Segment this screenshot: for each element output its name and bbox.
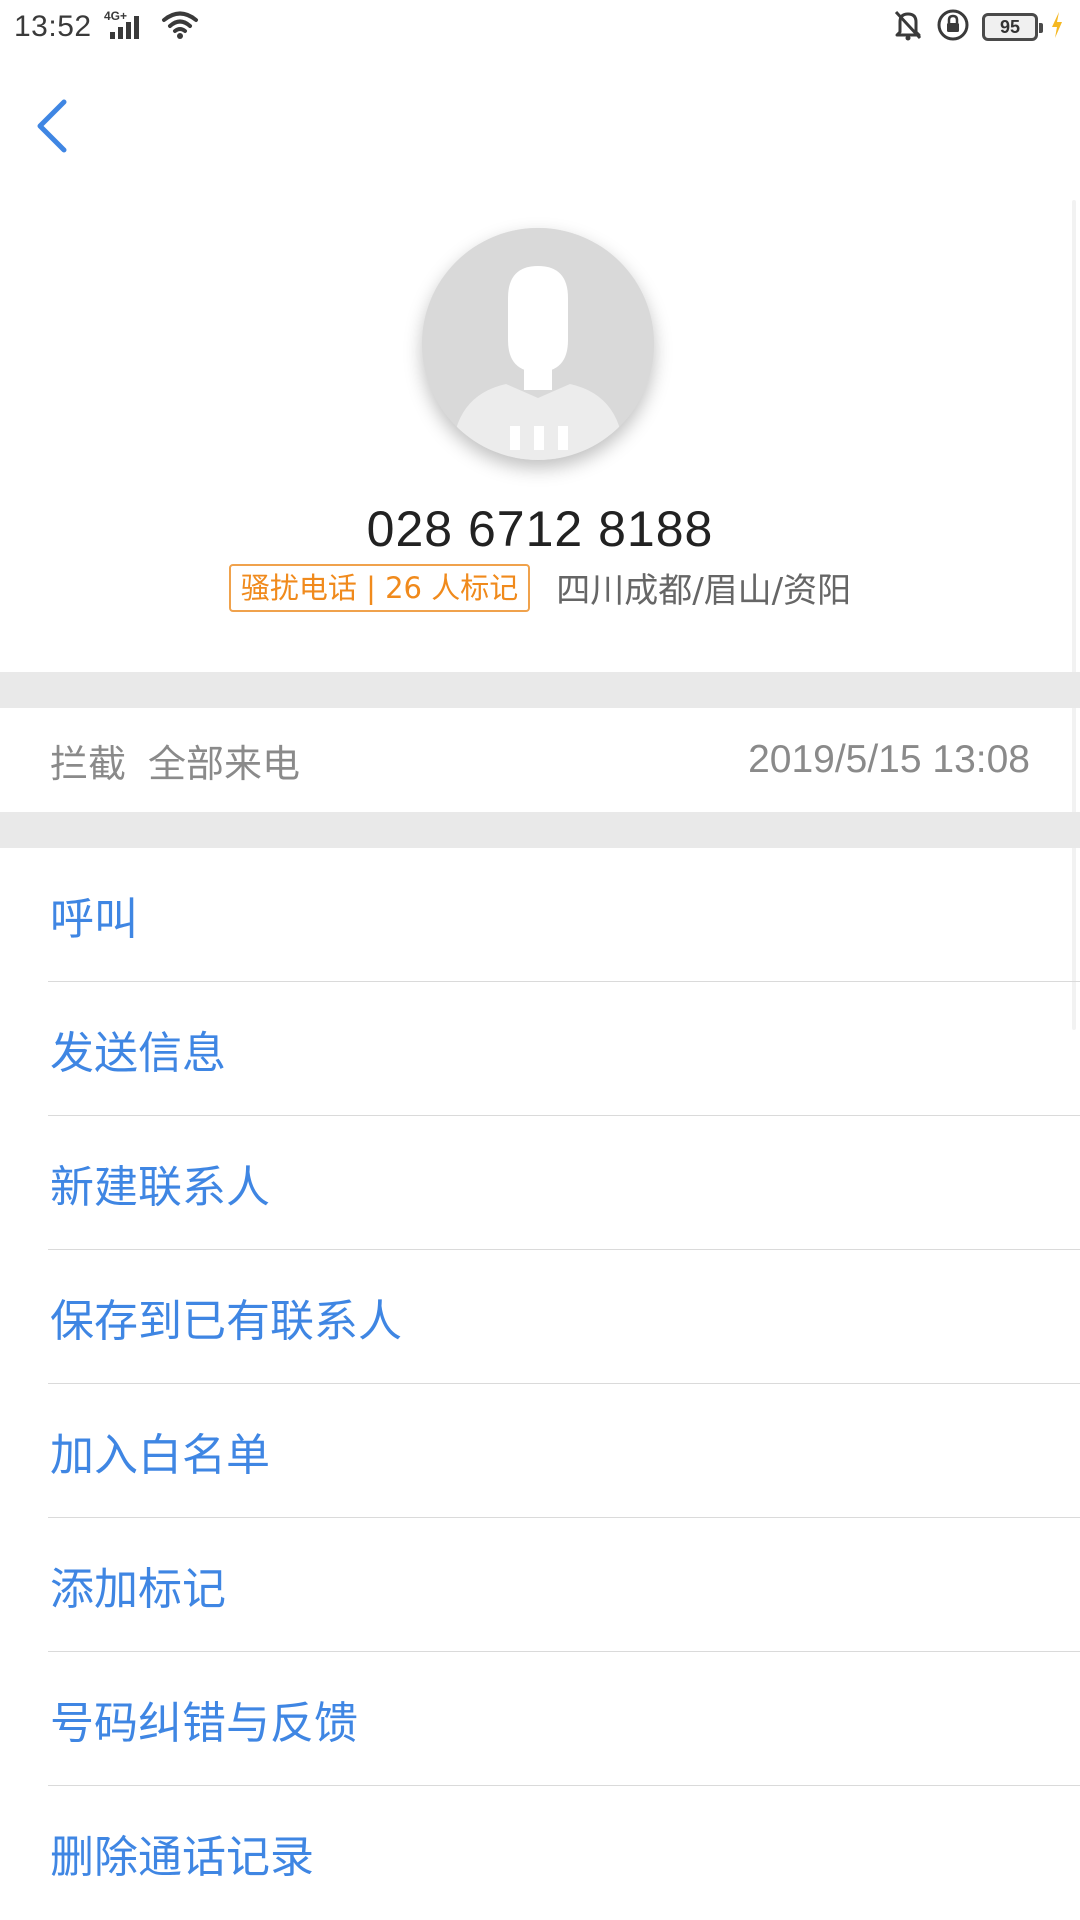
call-button[interactable]: 呼叫	[0, 848, 1080, 982]
number-feedback-button[interactable]: 号码纠错与反馈	[0, 1652, 1080, 1786]
battery-icon: 95	[982, 13, 1043, 41]
wifi-icon	[160, 9, 200, 45]
delete-call-log-button[interactable]: 删除通话记录	[0, 1786, 1080, 1920]
phone-number: 028 6712 8188	[366, 501, 714, 557]
section-divider	[0, 672, 1080, 708]
block-type: 全部来电	[148, 741, 301, 786]
new-contact-button[interactable]: 新建联系人	[0, 1116, 1080, 1250]
status-bar: 13:52 4G+ 95	[0, 0, 1080, 60]
action-list: 呼叫 发送信息 新建联系人 保存到已有联系人 加入白名单 添加标记 号码纠错与反…	[0, 848, 1080, 1920]
tag-row: 骚扰电话 | 26 人标记 四川成都/眉山/资阳	[0, 563, 1080, 612]
default-avatar-icon	[422, 228, 654, 460]
add-tag-button[interactable]: 添加标记	[0, 1518, 1080, 1652]
charging-icon	[1050, 10, 1064, 44]
status-right-icons: 95	[892, 8, 1064, 46]
rotation-lock-icon	[936, 8, 970, 46]
avatar	[422, 228, 654, 460]
send-message-button[interactable]: 发送信息	[0, 982, 1080, 1116]
block-info: 拦截 全部来电	[50, 733, 300, 788]
save-to-existing-contact-button[interactable]: 保存到已有联系人	[0, 1250, 1080, 1384]
signal-icon: 4G+	[104, 8, 150, 46]
back-button[interactable]	[24, 92, 80, 164]
add-to-whitelist-button[interactable]: 加入白名单	[0, 1384, 1080, 1518]
status-time: 13:52	[14, 10, 92, 43]
block-record-row: 拦截 全部来电 2019/5/15 13:08	[0, 708, 1080, 812]
block-time: 2019/5/15 13:08	[748, 738, 1030, 781]
chevron-left-icon	[34, 98, 70, 158]
spam-badge: 骚扰电话 | 26 人标记	[228, 563, 531, 612]
network-type-label: 4G+	[104, 9, 127, 23]
block-label: 拦截	[50, 741, 127, 786]
mute-icon	[892, 8, 924, 46]
section-divider	[0, 812, 1080, 848]
status-left-icons: 4G+	[104, 8, 200, 46]
location-label: 四川成都/眉山/资阳	[556, 571, 852, 611]
